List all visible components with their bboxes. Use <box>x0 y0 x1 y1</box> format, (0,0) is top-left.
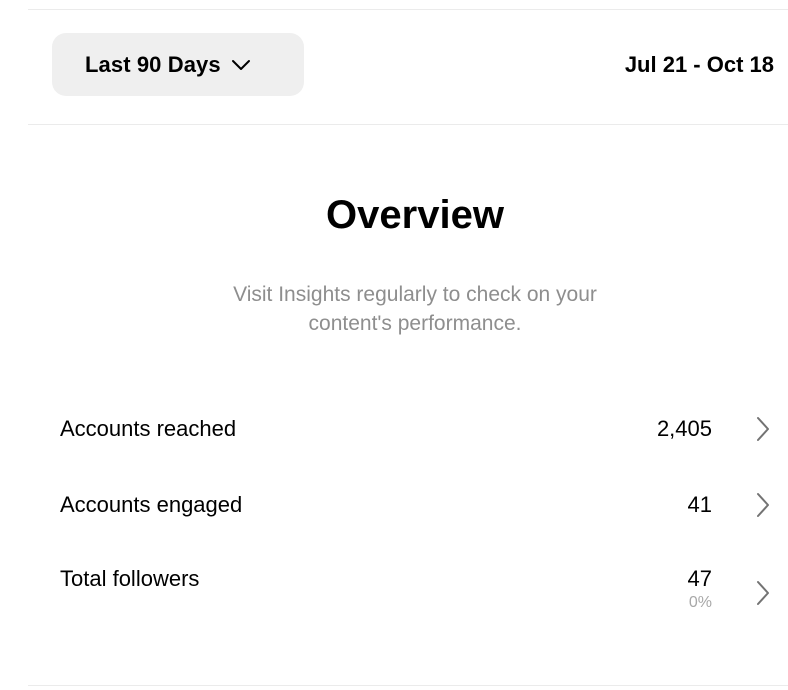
date-range-dropdown-label: Last 90 Days <box>85 51 221 77</box>
date-range-dropdown[interactable]: Last 90 Days <box>52 33 304 96</box>
chevron-right-icon <box>757 417 769 441</box>
metric-row-total-followers[interactable]: Total followers 47 0% <box>60 566 770 626</box>
chevron-down-icon <box>231 59 250 70</box>
metric-change: 0% <box>688 594 712 611</box>
overview-subtitle-line-1: Visit Insights regularly to check on you… <box>233 283 597 306</box>
metric-value: 41 <box>687 492 712 517</box>
metric-row-accounts-reached[interactable]: Accounts reached 2,405 <box>60 416 770 476</box>
metric-label: Accounts engaged <box>60 492 243 517</box>
header-divider <box>28 124 788 125</box>
overview-subtitle: Visit Insights regularly to check on you… <box>0 280 788 338</box>
overview-title: Overview <box>326 193 504 237</box>
chevron-right-icon <box>757 581 769 605</box>
bottom-divider <box>28 685 788 686</box>
top-divider <box>28 9 788 10</box>
metric-value: 47 <box>687 566 712 591</box>
overview-subtitle-line-2: content's performance. <box>308 312 522 335</box>
date-range-text: Jul 21 - Oct 18 <box>624 52 774 77</box>
metric-value: 2,405 <box>656 416 712 441</box>
chevron-right-icon <box>757 493 769 517</box>
metric-label: Accounts reached <box>60 416 237 441</box>
metric-label: Total followers <box>60 566 200 591</box>
metric-row-accounts-engaged[interactable]: Accounts engaged 41 <box>60 492 770 552</box>
